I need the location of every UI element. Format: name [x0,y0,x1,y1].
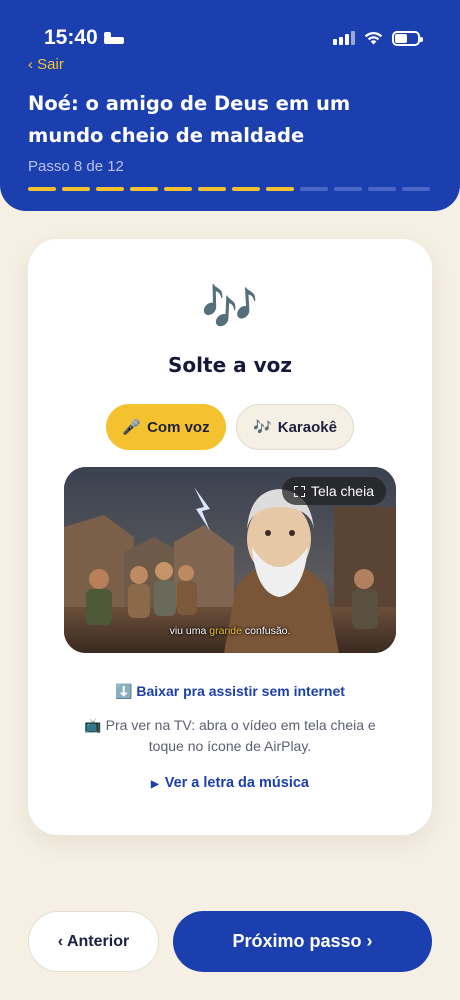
microphone-icon: 🎤 [122,419,142,436]
progress-segment [334,187,362,191]
card-title: Solte a voz [168,353,292,377]
tv-instructions-text: Pra ver na TV: abra o vídeo em tela chei… [105,717,376,754]
music-notes-icon: 🎶 [201,280,259,334]
karaoke-toggle[interactable]: 🎶 Karaokê [236,404,354,450]
subtitle-text-end: confusão. [241,625,291,637]
lyrics-label: Ver a letra da música [164,775,309,791]
progress-segment [96,187,124,191]
fullscreen-icon [293,485,305,497]
video-player[interactable]: Tela cheia viu uma grande confusão. [64,467,396,653]
status-indicators [333,30,423,46]
exit-link[interactable]: ‹ Sair [28,56,64,73]
tv-instructions: 📺 Pra ver na TV: abra o vídeo em tela ch… [68,715,392,757]
progress-segment [130,187,158,191]
page-title: Noé: o amigo de Deus em um mundo cheio d… [28,92,351,147]
show-lyrics-link[interactable]: ▶ Ver a letra da música [28,775,432,791]
progress-segment [232,187,260,191]
sleep-focus-icon [103,32,124,44]
video-subtitle: viu uma grande confusão. [64,625,396,637]
battery-icon [392,30,423,46]
progress-segment [266,187,294,191]
progress-segment [300,187,328,191]
progress-segment [164,187,192,191]
with-voice-toggle[interactable]: 🎤 Com voz [106,404,226,450]
header: 15:40 ‹ Sair Noé: o amigo de Deus em um … [0,0,460,211]
download-label: Baixar pra assistir sem internet [136,683,345,699]
fullscreen-button[interactable]: Tela cheia [281,477,386,505]
subtitle-text-start: viu uma [169,625,210,637]
cellular-signal-icon [333,31,355,45]
status-time: 15:40 [44,26,124,50]
fullscreen-label: Tela cheia [310,483,374,499]
download-arrow-icon: ⬇️ [115,683,133,699]
karaoke-label: Karaokê [277,418,337,436]
status-bar: 15:40 [44,24,423,52]
download-offline-link[interactable]: ⬇️ Baixar pra assistir sem internet [28,683,432,700]
progress-segment [28,187,56,191]
progress-segment [402,187,430,191]
progress-bar [28,187,430,191]
with-voice-label: Com voz [147,418,210,436]
music-notes-small-icon: 🎶 [253,419,272,436]
next-step-button[interactable]: Próximo passo › [173,911,432,972]
clock: 15:40 [44,26,98,49]
song-card: 🎶 Solte a voz 🎤 Com voz 🎶 Karaokê Tela c… [28,239,432,835]
wifi-icon [364,31,383,45]
progress-segment [198,187,226,191]
progress-segment [62,187,90,191]
step-label: Passo 8 de 12 [28,158,124,175]
progress-segment [368,187,396,191]
subtitle-highlight-word: grande [209,625,242,637]
previous-button[interactable]: ‹ Anterior [28,911,159,972]
tv-icon: 📺 [84,717,102,733]
expand-triangle-icon: ▶ [151,779,159,790]
